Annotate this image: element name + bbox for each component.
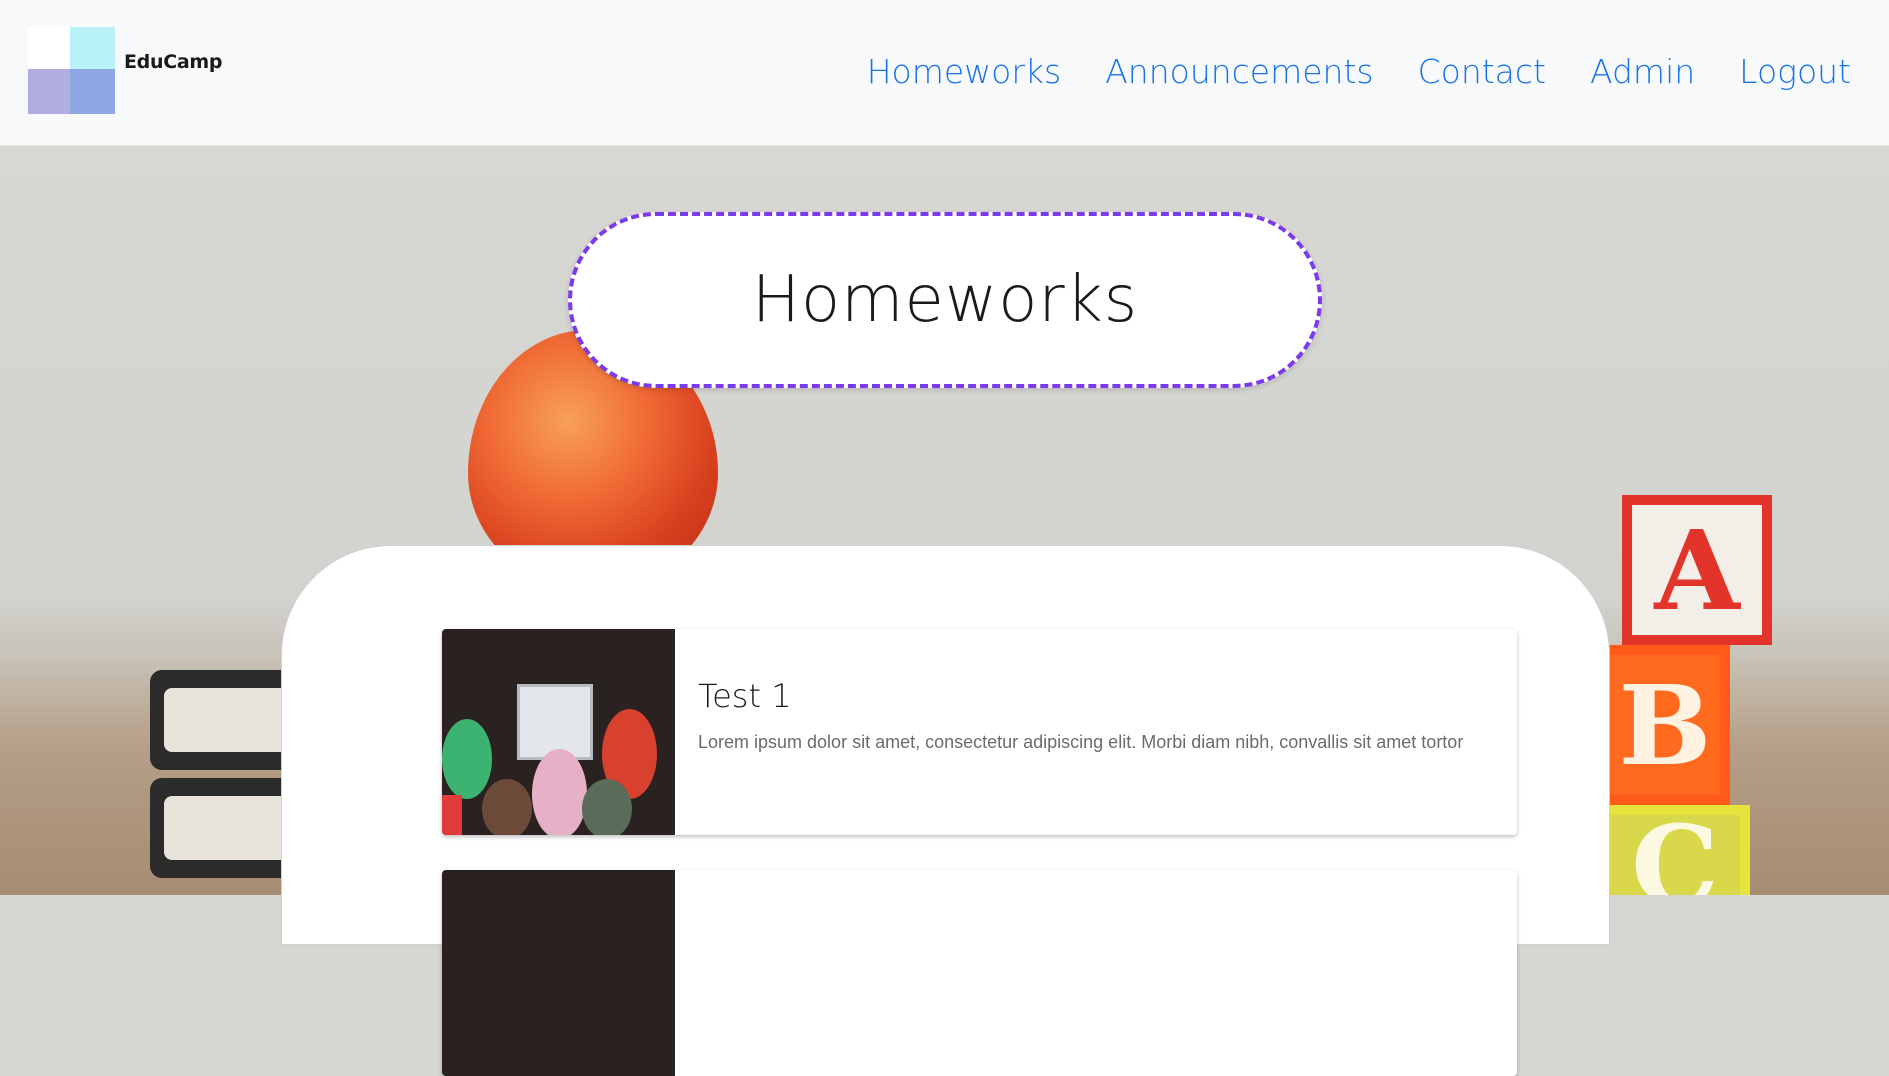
block-b: B bbox=[1600, 645, 1730, 805]
homework-thumbnail bbox=[442, 870, 675, 1076]
homework-card-body bbox=[698, 918, 1497, 932]
nav-link-admin[interactable]: Admin bbox=[1590, 52, 1695, 91]
homework-title: Test 1 bbox=[698, 677, 792, 715]
brand-logo[interactable]: EduCamp bbox=[28, 27, 222, 117]
brand-name: EduCamp bbox=[124, 51, 223, 73]
homework-thumbnail bbox=[442, 629, 675, 835]
alphabet-blocks-image: A B C bbox=[1600, 485, 1889, 895]
nav-link-homeworks[interactable]: Homeworks bbox=[867, 52, 1062, 91]
books-image bbox=[150, 670, 310, 895]
page-title-banner: Homeworks bbox=[568, 212, 1322, 388]
homework-description: Lorem ipsum dolor sit amet, consectetur … bbox=[698, 732, 1464, 752]
top-navbar: EduCamp Homeworks Announcements Contact … bbox=[0, 0, 1889, 146]
page-title: Homeworks bbox=[751, 263, 1139, 337]
logo-mark-icon bbox=[28, 27, 118, 117]
main-nav: Homeworks Announcements Contact Admin Lo… bbox=[867, 52, 1851, 91]
block-a: A bbox=[1622, 495, 1772, 645]
block-c: C bbox=[1600, 801, 1750, 895]
homework-card[interactable]: Test 1 Lorem ipsum dolor sit amet, conse… bbox=[442, 629, 1517, 835]
nav-link-contact[interactable]: Contact bbox=[1418, 52, 1546, 91]
nav-link-logout[interactable]: Logout bbox=[1739, 52, 1851, 91]
nav-link-announcements[interactable]: Announcements bbox=[1105, 52, 1373, 91]
homework-card[interactable] bbox=[442, 870, 1517, 1076]
homework-list-panel: Test 1 Lorem ipsum dolor sit amet, conse… bbox=[281, 545, 1610, 1076]
homework-card-body: Test 1 Lorem ipsum dolor sit amet, conse… bbox=[698, 677, 1497, 756]
